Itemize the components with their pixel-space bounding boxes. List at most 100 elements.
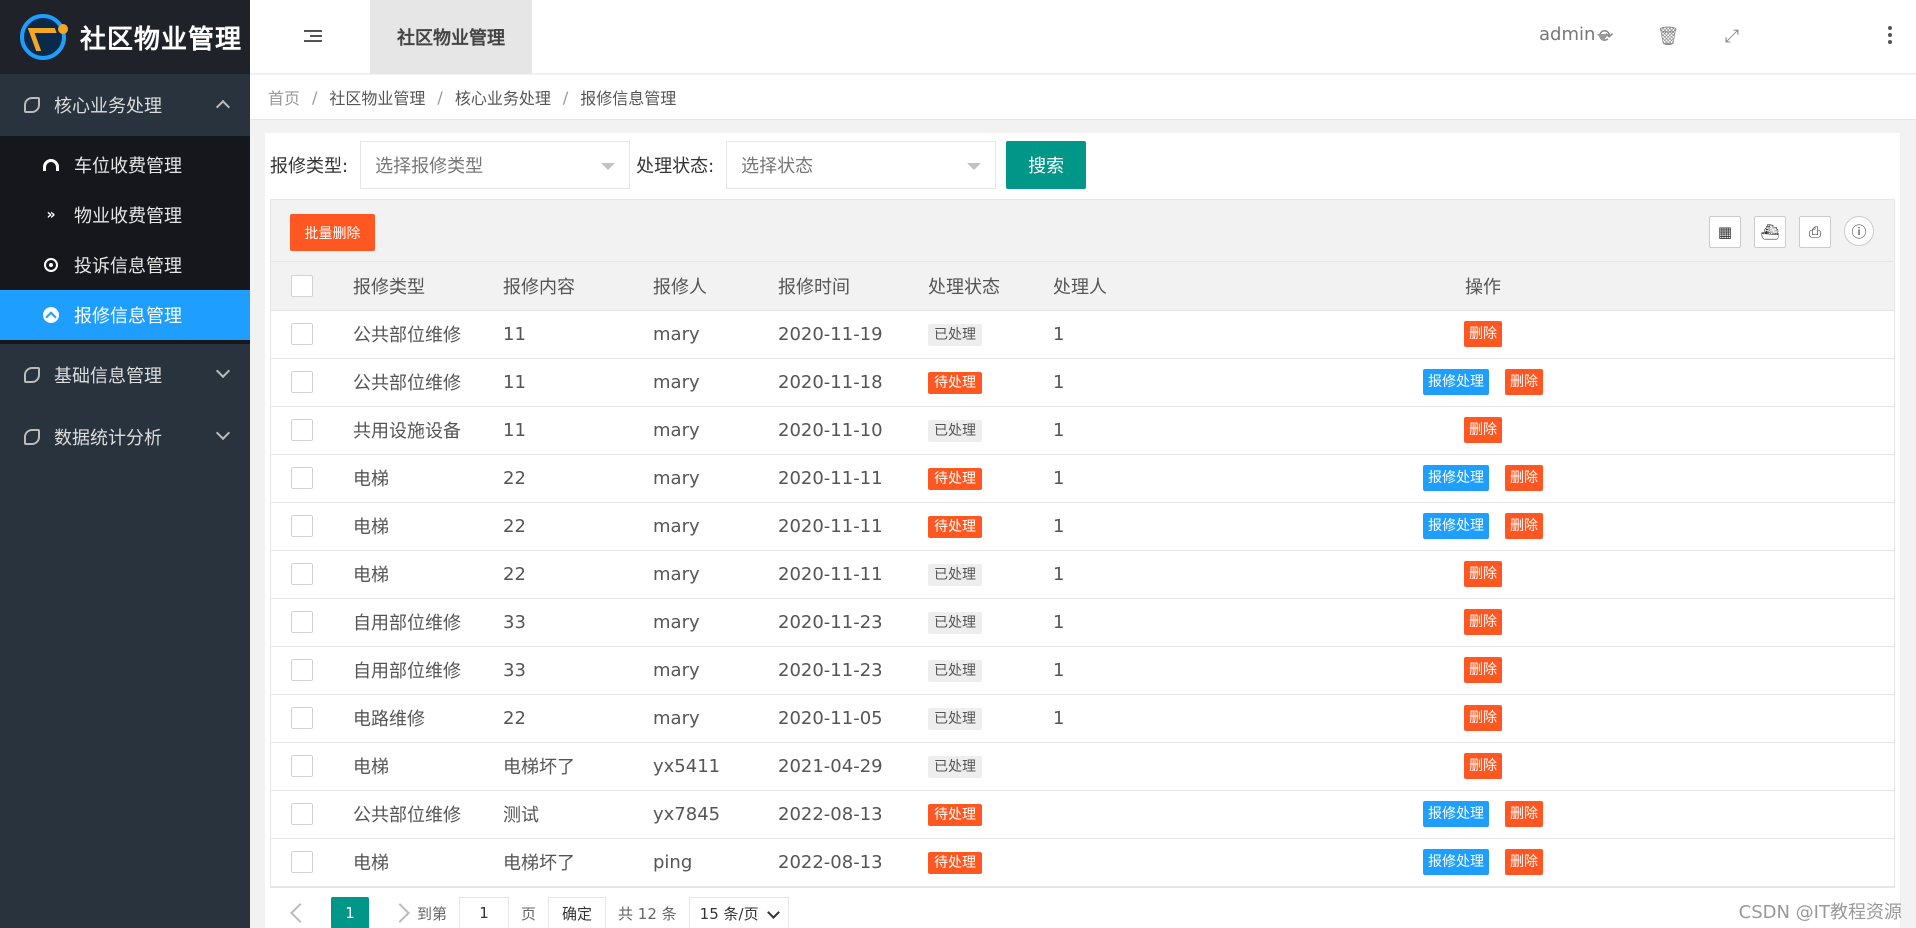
status-badge: 已处理 <box>928 659 982 682</box>
breadcrumb-home[interactable]: 首页 <box>268 85 300 109</box>
column-header[interactable]: 报修类型 <box>353 262 503 311</box>
row-checkbox[interactable] <box>291 707 313 729</box>
repair-process-button[interactable]: 报修处理 <box>1423 513 1489 539</box>
cell-actions: 删除 <box>1253 406 1713 455</box>
page-current[interactable]: 1 <box>331 897 369 928</box>
column-header[interactable]: 报修内容 <box>503 262 653 311</box>
cell-type: 电路维修 <box>353 694 503 743</box>
breadcrumb-item[interactable]: 社区物业管理 <box>329 85 425 109</box>
prev-page-icon[interactable] <box>290 903 310 923</box>
row-checkbox[interactable] <box>291 563 313 585</box>
row-checkbox[interactable] <box>291 755 313 777</box>
cell-type: 电梯 <box>353 742 503 791</box>
more-icon[interactable] <box>1888 26 1892 47</box>
goto-confirm-button[interactable]: 确定 <box>548 897 607 928</box>
tab-community[interactable]: 社区物业管理 <box>370 0 532 74</box>
next-page-icon[interactable] <box>390 903 410 923</box>
repair-process-button[interactable]: 报修处理 <box>1423 369 1489 395</box>
sidebar-item-label: 车位收费管理 <box>74 156 182 177</box>
cell-content: 电梯坏了 <box>503 838 653 887</box>
status-select[interactable]: 选择状态 <box>726 141 997 189</box>
sidebar-item-repair[interactable]: 报修信息管理 <box>0 290 250 340</box>
cell-handler: 1 <box>1053 502 1253 551</box>
sidebar-item-complaint[interactable]: 投诉信息管理 <box>0 240 250 290</box>
cell-time: 2020-11-05 <box>778 694 928 743</box>
row-checkbox[interactable] <box>291 803 313 825</box>
cell-content: 22 <box>503 694 653 743</box>
user-menu[interactable]: admin <box>1539 24 1595 45</box>
nav-group-core[interactable]: 核心业务处理 <box>0 74 250 136</box>
nav-group-label: 数据统计分析 <box>54 428 162 449</box>
row-checkbox[interactable] <box>291 611 313 633</box>
table-row: 电路维修 22 mary 2020-11-05 已处理 1 删除 <box>271 694 1894 743</box>
row-checkbox[interactable] <box>291 515 313 537</box>
delete-button[interactable]: 删除 <box>1464 417 1502 443</box>
cell-handler: 1 <box>1053 550 1253 599</box>
goto-page-input[interactable]: 1 <box>459 897 510 928</box>
row-checkbox[interactable] <box>291 371 313 393</box>
delete-button[interactable]: 删除 <box>1505 801 1543 827</box>
nav-group-statistics[interactable]: 数据统计分析 <box>0 406 250 468</box>
sidebar-item-parking-fee[interactable]: 车位收费管理 <box>0 140 250 190</box>
nav-group-basic-info[interactable]: 基础信息管理 <box>0 344 250 406</box>
cell-handler: 1 <box>1053 358 1253 407</box>
table-row: 公共部位维修 11 mary 2020-11-19 已处理 1 删除 <box>271 310 1894 359</box>
column-header[interactable]: 处理人 <box>1053 262 1253 311</box>
batch-delete-button[interactable]: 批量删除 <box>290 214 375 251</box>
delete-button[interactable]: 删除 <box>1505 849 1543 875</box>
sidebar-item-label: 报修信息管理 <box>74 306 182 327</box>
delete-button[interactable]: 删除 <box>1464 321 1502 347</box>
print-icon[interactable]: ⎙ <box>1799 216 1831 248</box>
sidebar-item-property-fee[interactable]: » 物业收费管理 <box>0 190 250 240</box>
fullscreen-icon[interactable]: ⤢ <box>1722 26 1742 47</box>
status-badge: 已处理 <box>928 563 982 586</box>
delete-button[interactable]: 删除 <box>1464 753 1502 779</box>
cell-time: 2020-11-11 <box>778 454 928 503</box>
row-checkbox[interactable] <box>291 467 313 489</box>
row-checkbox[interactable] <box>291 323 313 345</box>
table-row: 电梯 22 mary 2020-11-11 待处理 1 报修处理 删除 <box>271 502 1894 551</box>
delete-button[interactable]: 删除 <box>1505 513 1543 539</box>
page-size-select[interactable]: 15 条/页 <box>688 897 789 928</box>
search-button[interactable]: 搜索 <box>1006 141 1087 189</box>
row-checkbox[interactable] <box>291 419 313 441</box>
delete-button[interactable]: 删除 <box>1505 369 1543 395</box>
delete-button[interactable]: 删除 <box>1505 465 1543 491</box>
column-header[interactable]: 报修时间 <box>778 262 928 311</box>
cell-handler: 1 <box>1053 598 1253 647</box>
repair-process-button[interactable]: 报修处理 <box>1423 465 1489 491</box>
info-icon[interactable]: ⓘ <box>1844 216 1874 246</box>
column-header[interactable]: 处理状态 <box>928 262 1053 311</box>
breadcrumb-item[interactable]: 核心业务处理 <box>455 85 551 109</box>
trash-icon[interactable]: 🗑 <box>1657 26 1680 47</box>
caret-down-icon[interactable] <box>1597 34 1609 41</box>
delete-button[interactable]: 删除 <box>1464 609 1502 635</box>
cell-handler: 1 <box>1053 454 1253 503</box>
menu-toggle-icon[interactable] <box>304 30 322 44</box>
repair-process-button[interactable]: 报修处理 <box>1423 801 1489 827</box>
cell-reporter: mary <box>653 694 778 743</box>
cell-content: 33 <box>503 598 653 647</box>
cell-actions: 报修处理 删除 <box>1253 502 1713 551</box>
column-header[interactable]: 报修人 <box>653 262 778 311</box>
select-all-checkbox[interactable] <box>291 274 313 297</box>
cell-content: 测试 <box>503 790 653 839</box>
delete-button[interactable]: 删除 <box>1464 657 1502 683</box>
status-badge: 已处理 <box>928 611 982 634</box>
caret-down-icon <box>601 163 616 170</box>
export-icon[interactable]: ⛴ <box>1754 216 1786 248</box>
table-row: 公共部位维修 11 mary 2020-11-18 待处理 1 报修处理 删除 <box>271 358 1894 407</box>
table-row: 电梯 22 mary 2020-11-11 待处理 1 报修处理 删除 <box>271 454 1894 503</box>
delete-button[interactable]: 删除 <box>1464 705 1502 731</box>
row-checkbox[interactable] <box>291 851 313 873</box>
repair-process-button[interactable]: 报修处理 <box>1423 849 1489 875</box>
row-checkbox[interactable] <box>291 659 313 681</box>
cell-content: 22 <box>503 550 653 599</box>
table-row: 公共部位维修 测试 yx7845 2022-08-13 待处理 报修处理 删除 <box>271 790 1894 839</box>
app-logo-icon <box>20 14 68 60</box>
cell-actions: 报修处理 删除 <box>1253 454 1713 503</box>
status-badge: 待处理 <box>928 803 982 826</box>
columns-icon[interactable]: ▦ <box>1709 216 1741 248</box>
repair-type-select[interactable]: 选择报修类型 <box>360 141 631 189</box>
delete-button[interactable]: 删除 <box>1464 561 1502 587</box>
